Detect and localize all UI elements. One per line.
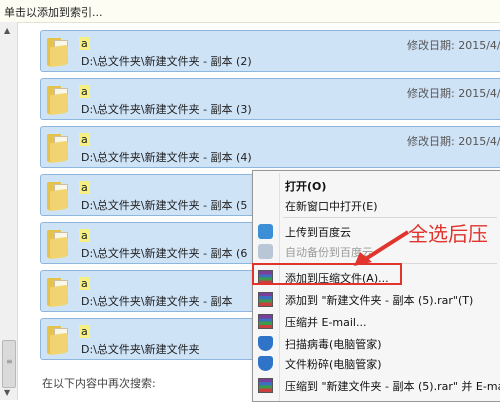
result-row[interactable]: a D:\总文件夹\新建文件夹 - 副本 (2) 修改日期: 2015/4/ <box>40 30 500 72</box>
search-again-label: 在以下内容中再次搜索: <box>42 377 156 390</box>
vertical-scrollbar[interactable]: ▲ ≡ ▼ <box>0 22 18 400</box>
result-date: 修改日期: 2015/4/ <box>407 87 500 100</box>
result-name: a <box>79 181 90 194</box>
folder-icon <box>47 180 71 212</box>
index-hint-bar[interactable]: 单击以添加到索引... <box>0 0 500 23</box>
folder-icon <box>47 276 71 308</box>
winrar-icon <box>258 314 273 329</box>
menu-item-label: 扫描病毒(电脑管家) <box>285 338 382 351</box>
menu-item-label: 在新窗口中打开(E) <box>285 200 378 213</box>
menu-item-scan-virus[interactable]: 扫描病毒(电脑管家) <box>253 333 500 353</box>
context-menu: 打开(O) 在新窗口中打开(E) 上传到百度云 自动备份到百度云 添加到压缩文件… <box>252 170 500 402</box>
menu-item-open[interactable]: 打开(O) <box>253 175 500 195</box>
winrar-icon <box>258 378 273 393</box>
winrar-icon <box>258 292 273 307</box>
folder-icon <box>47 132 71 164</box>
result-row[interactable]: a D:\总文件夹\新建文件夹 - 副本 (3) 修改日期: 2015/4/ <box>40 78 500 120</box>
menu-item-label: 打开(O) <box>285 180 327 193</box>
result-path: D:\总文件夹\新建文件夹 - 副本 (5 <box>81 199 248 212</box>
grip-icon: ≡ <box>6 357 13 366</box>
menu-item-label: 文件粉碎(电脑管家) <box>285 358 382 371</box>
result-path: D:\总文件夹\新建文件夹 - 副本 (3) <box>81 103 252 116</box>
result-name: a <box>79 37 90 50</box>
baidu-cloud-icon <box>258 244 273 259</box>
menu-item-label: 添加到 "新建文件夹 - 副本 (5).rar"(T) <box>285 294 474 307</box>
scroll-up-arrow-icon[interactable]: ▲ <box>4 26 10 35</box>
result-name: a <box>79 325 90 338</box>
menu-item-open-new-window[interactable]: 在新窗口中打开(E) <box>253 195 500 215</box>
annotation-arrow-icon <box>354 230 410 266</box>
folder-icon <box>47 36 71 68</box>
annotation-text: 全选后压 <box>408 222 488 246</box>
result-date: 修改日期: 2015/4/ <box>407 135 500 148</box>
index-hint-text[interactable]: 单击以添加到索引... <box>4 4 103 20</box>
folder-icon <box>47 324 71 356</box>
menu-item-compress-email[interactable]: 压缩并 E-mail... <box>253 311 500 331</box>
baidu-cloud-icon <box>258 224 273 239</box>
scroll-thumb[interactable]: ≡ <box>2 340 16 388</box>
shield-icon <box>258 356 273 371</box>
menu-item-shred-file[interactable]: 文件粉碎(电脑管家) <box>253 353 500 373</box>
result-name: a <box>79 85 90 98</box>
shield-icon <box>258 336 273 351</box>
result-row[interactable]: a D:\总文件夹\新建文件夹 - 副本 (4) 修改日期: 2015/4/ <box>40 126 500 168</box>
menu-item-label: 上传到百度云 <box>285 226 351 239</box>
result-name: a <box>79 229 90 242</box>
result-date: 修改日期: 2015/4/ <box>407 39 500 52</box>
result-path: D:\总文件夹\新建文件夹 <box>81 343 200 356</box>
menu-item-add-to-rar[interactable]: 添加到 "新建文件夹 - 副本 (5).rar"(T) <box>253 289 500 309</box>
result-path: D:\总文件夹\新建文件夹 - 副本 <box>81 295 233 308</box>
result-path: D:\总文件夹\新建文件夹 - 副本 (4) <box>81 151 252 164</box>
folder-icon <box>47 84 71 116</box>
menu-item-compress-to-rar-email[interactable]: 压缩到 "新建文件夹 - 副本 (5).rar" 并 E-mail <box>253 375 500 395</box>
menu-item-label: 压缩并 E-mail... <box>285 316 367 329</box>
folder-icon <box>47 228 71 260</box>
menu-item-label: 压缩到 "新建文件夹 - 副本 (5).rar" 并 E-mail <box>285 380 500 393</box>
result-name: a <box>79 133 90 146</box>
result-path: D:\总文件夹\新建文件夹 - 副本 (2) <box>81 55 252 68</box>
scroll-down-arrow-icon[interactable]: ▼ <box>4 388 10 397</box>
result-name: a <box>79 277 90 290</box>
result-path: D:\总文件夹\新建文件夹 - 副本 (6 <box>81 247 248 260</box>
